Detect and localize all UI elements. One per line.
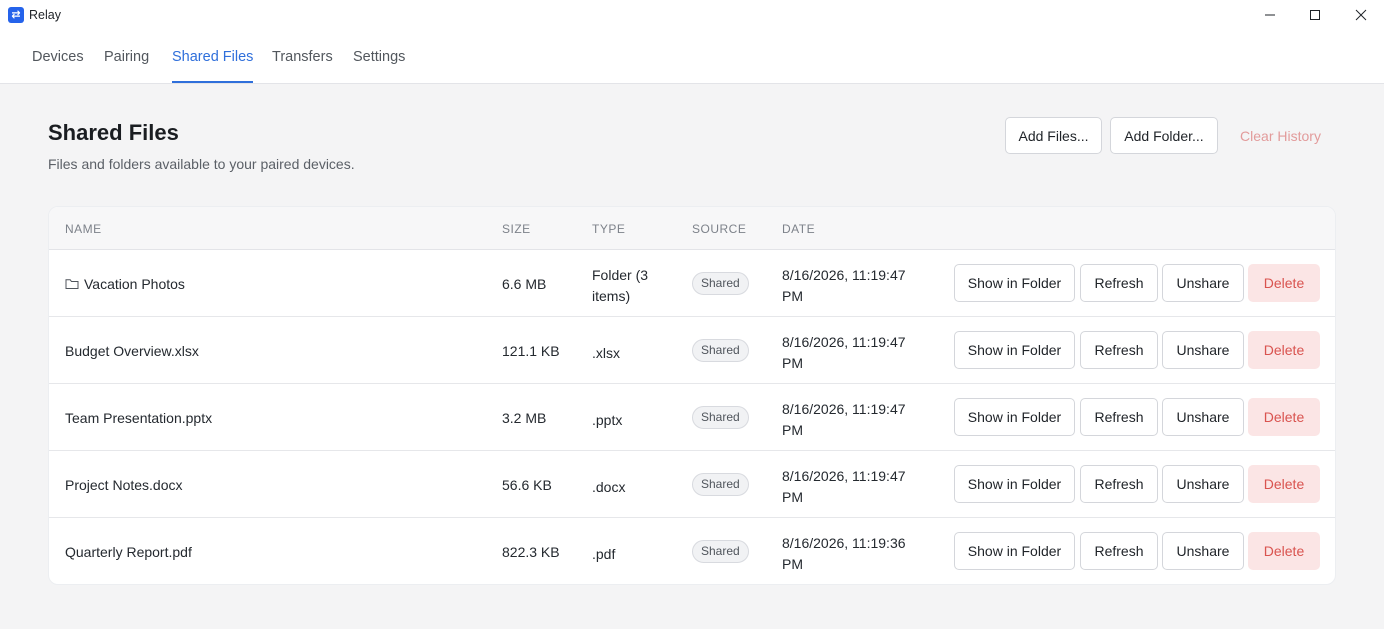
minimize-icon <box>1265 14 1275 16</box>
tab-bar: Devices Pairing Shared Files Transfers S… <box>0 30 1384 84</box>
header-size: SIZE <box>502 222 531 236</box>
add-files-button[interactable]: Add Files... <box>1005 117 1102 154</box>
show-in-folder-button[interactable]: Show in Folder <box>954 465 1075 503</box>
table-header: NAME SIZE TYPE SOURCE DATE <box>49 207 1335 250</box>
unshare-button[interactable]: Unshare <box>1162 532 1244 570</box>
tab-transfers[interactable]: Transfers <box>272 30 333 83</box>
show-in-folder-button[interactable]: Show in Folder <box>954 532 1075 570</box>
delete-button[interactable]: Delete <box>1248 264 1320 302</box>
delete-button[interactable]: Delete <box>1248 398 1320 436</box>
table-row: Project Notes.docx 56.6 KB .docx Shared … <box>49 451 1335 518</box>
tab-shared-files[interactable]: Shared Files <box>172 30 254 83</box>
source-badge: Shared <box>692 473 749 496</box>
header-type: TYPE <box>592 222 626 236</box>
close-icon <box>1355 9 1367 21</box>
source-badge: Shared <box>692 540 749 563</box>
unshare-button[interactable]: Unshare <box>1162 398 1244 436</box>
file-date: 8/16/2026, 11:19:47 PM <box>782 401 906 438</box>
refresh-button[interactable]: Refresh <box>1080 532 1158 570</box>
app-title: Relay <box>29 8 61 22</box>
file-type: Folder (3 items) <box>592 267 649 304</box>
table-row: Vacation Photos 6.6 MB Folder (3 items) … <box>49 250 1335 317</box>
unshare-button[interactable]: Unshare <box>1162 264 1244 302</box>
source-badge: Shared <box>692 339 749 362</box>
file-date: 8/16/2026, 11:19:47 PM <box>782 334 906 371</box>
clear-history-button[interactable]: Clear History <box>1232 117 1329 154</box>
file-name: Project Notes.docx <box>65 477 183 493</box>
delete-button[interactable]: Delete <box>1248 465 1320 503</box>
file-name: Budget Overview.xlsx <box>65 343 199 359</box>
refresh-button[interactable]: Refresh <box>1080 264 1158 302</box>
file-date: 8/16/2026, 11:19:47 PM <box>782 267 906 304</box>
page-title: Shared Files <box>48 120 179 145</box>
file-date: 8/16/2026, 11:19:36 PM <box>782 535 906 572</box>
file-type: .pdf <box>592 546 616 562</box>
header-name: NAME <box>65 222 102 236</box>
folder-icon <box>65 279 79 289</box>
source-badge: Shared <box>692 406 749 429</box>
table-row: Quarterly Report.pdf 822.3 KB .pdf Share… <box>49 518 1335 584</box>
delete-button[interactable]: Delete <box>1248 331 1320 369</box>
file-type: .xlsx <box>592 345 620 361</box>
refresh-button[interactable]: Refresh <box>1080 398 1158 436</box>
refresh-button[interactable]: Refresh <box>1080 331 1158 369</box>
file-size: 6.6 MB <box>502 276 547 292</box>
tab-settings[interactable]: Settings <box>353 30 405 83</box>
source-badge: Shared <box>692 272 749 295</box>
file-size: 121.1 KB <box>502 343 560 359</box>
minimize-button[interactable] <box>1247 0 1293 30</box>
tab-devices[interactable]: Devices <box>32 30 84 83</box>
file-name: Vacation Photos <box>65 276 185 292</box>
maximize-icon <box>1310 10 1320 20</box>
file-name: Team Presentation.pptx <box>65 410 213 426</box>
unshare-button[interactable]: Unshare <box>1162 331 1244 369</box>
tab-pairing[interactable]: Pairing <box>104 30 149 83</box>
file-type: .pptx <box>592 412 623 428</box>
add-folder-button[interactable]: Add Folder... <box>1110 117 1218 154</box>
title-bar: ⇄ Relay <box>0 0 1384 30</box>
refresh-button[interactable]: Refresh <box>1080 465 1158 503</box>
show-in-folder-button[interactable]: Show in Folder <box>954 264 1075 302</box>
file-size: 822.3 KB <box>502 544 560 560</box>
shared-files-table: NAME SIZE TYPE SOURCE DATE Vacation Phot… <box>48 206 1336 585</box>
unshare-button[interactable]: Unshare <box>1162 465 1244 503</box>
file-size: 56.6 KB <box>502 477 552 493</box>
page-subtitle: Files and folders available to your pair… <box>48 156 355 172</box>
close-button[interactable] <box>1338 0 1384 30</box>
app-swap-icon: ⇄ <box>8 7 24 23</box>
table-row: Team Presentation.pptx 3.2 MB .pptx Shar… <box>49 384 1335 451</box>
file-size: 3.2 MB <box>502 410 547 426</box>
show-in-folder-button[interactable]: Show in Folder <box>954 398 1075 436</box>
header-source: SOURCE <box>692 222 747 236</box>
delete-button[interactable]: Delete <box>1248 532 1320 570</box>
file-name: Quarterly Report.pdf <box>65 544 192 560</box>
header-date: DATE <box>782 222 816 236</box>
file-type: .docx <box>592 479 626 495</box>
file-date: 8/16/2026, 11:19:47 PM <box>782 468 906 505</box>
maximize-button[interactable] <box>1292 0 1338 30</box>
table-row: Budget Overview.xlsx 121.1 KB .xlsx Shar… <box>49 317 1335 384</box>
show-in-folder-button[interactable]: Show in Folder <box>954 331 1075 369</box>
file-name-text: Vacation Photos <box>84 276 185 292</box>
